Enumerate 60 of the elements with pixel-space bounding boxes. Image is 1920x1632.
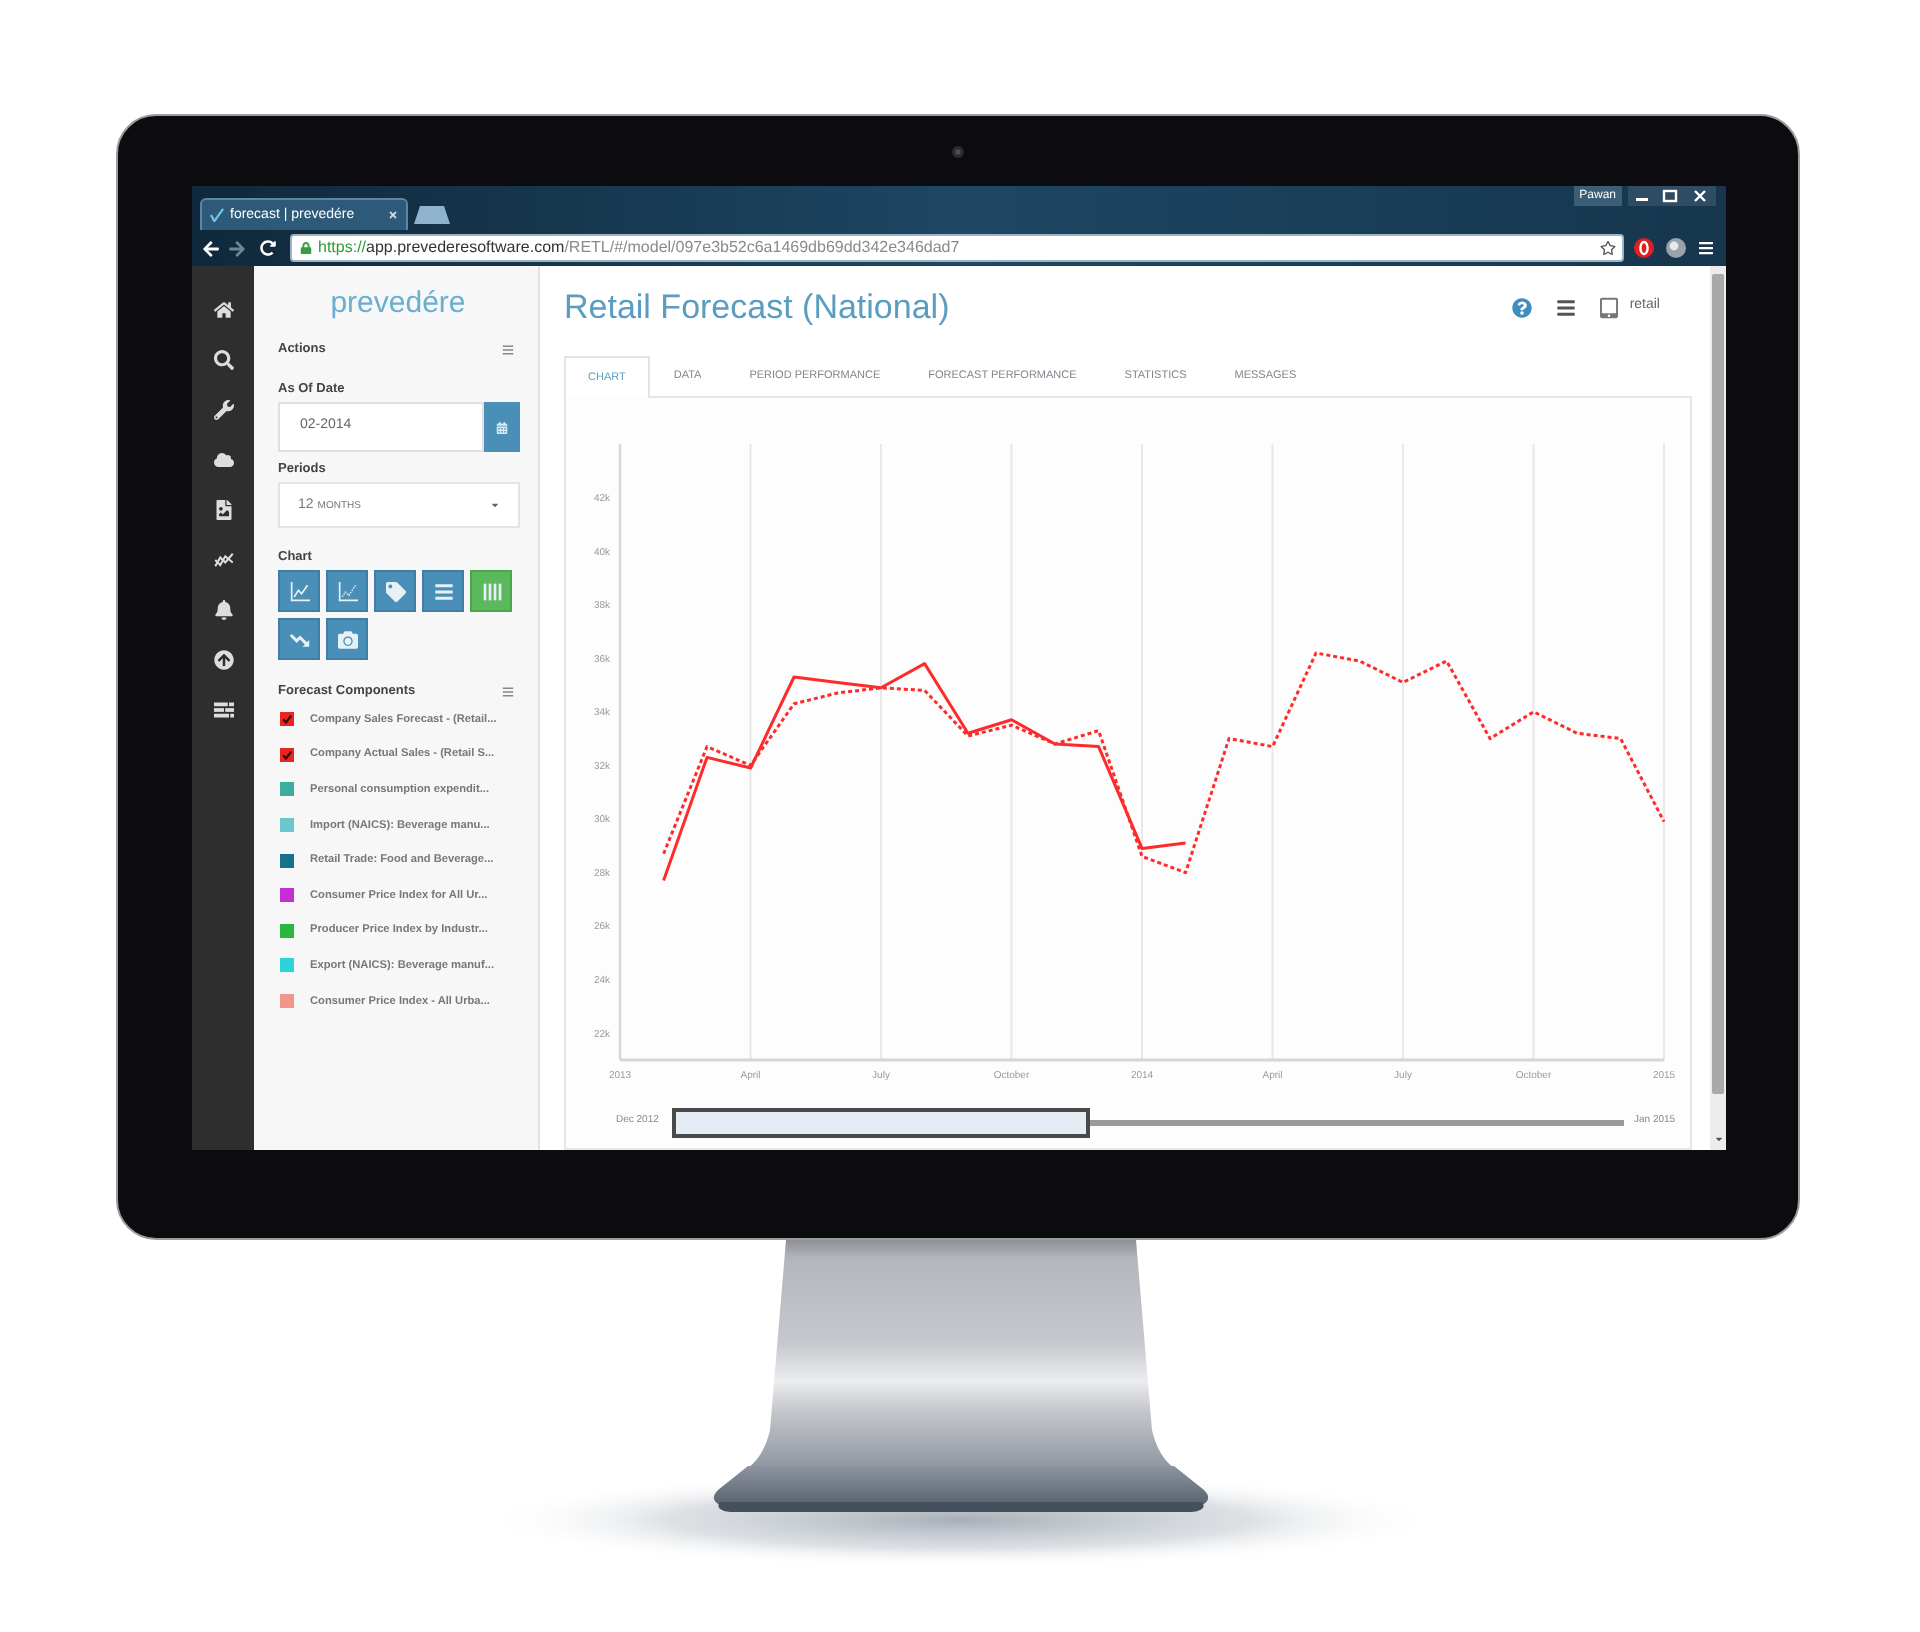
page-title: Retail Forecast (National) <box>564 286 950 330</box>
image-file-icon[interactable] <box>213 500 233 520</box>
new-tab-button[interactable] <box>414 206 450 224</box>
color-checkbox[interactable] <box>280 958 294 973</box>
range-selection[interactable] <box>672 1107 1091 1137</box>
color-checkbox[interactable] <box>280 923 294 938</box>
calendar-button[interactable] <box>484 402 520 452</box>
columns-icon <box>481 581 501 601</box>
disc-icon[interactable] <box>1666 238 1686 258</box>
dotted-line-chart-button[interactable] <box>326 570 368 612</box>
camera-button[interactable] <box>326 618 368 660</box>
minimize-icon[interactable] <box>1628 186 1656 206</box>
line-chart-button[interactable] <box>278 570 320 612</box>
star-icon[interactable] <box>1600 240 1616 256</box>
ring-icon[interactable] <box>1634 238 1654 258</box>
search-icon[interactable] <box>213 350 233 370</box>
range-track[interactable] <box>672 1107 1624 1137</box>
trend-down-button[interactable] <box>278 618 320 660</box>
logo: prevedére <box>330 284 466 324</box>
scrollbar[interactable] <box>1710 266 1726 1150</box>
tablet-icon[interactable] <box>1599 295 1618 319</box>
reload-icon[interactable] <box>260 240 276 256</box>
close-icon[interactable] <box>1684 186 1716 206</box>
bell-icon[interactable] <box>213 600 233 620</box>
color-checkbox[interactable] <box>280 818 294 833</box>
close-icon[interactable] <box>388 210 398 220</box>
color-checkbox[interactable] <box>280 888 294 903</box>
line-chart-icon[interactable] <box>213 550 233 570</box>
dotted-line-chart-icon <box>337 581 357 601</box>
menu-icon[interactable] <box>1698 240 1714 256</box>
back-icon[interactable] <box>202 239 220 257</box>
wrench-icon[interactable] <box>213 400 233 420</box>
help-icon[interactable] <box>1511 297 1532 317</box>
maximize-icon[interactable] <box>1656 186 1684 206</box>
color-checkbox[interactable] <box>280 747 294 762</box>
webcam-icon <box>952 145 964 157</box>
home-icon[interactable] <box>213 300 233 320</box>
tag-button[interactable] <box>374 570 416 612</box>
line-chart-icon <box>289 581 309 601</box>
tag-icon <box>385 581 405 601</box>
color-checkbox[interactable] <box>280 994 294 1009</box>
address-bar[interactable]: https://app.prevederesoftware.com/RETL/#/model/097e3b52c6a1469db69dd342e346dad7 <box>290 234 1624 262</box>
color-checkbox[interactable] <box>280 853 294 868</box>
scrollbar-thumb[interactable] <box>1712 274 1724 1094</box>
upload-icon[interactable] <box>213 650 233 670</box>
check-logo-icon <box>210 208 224 222</box>
color-checkbox[interactable] <box>280 782 294 797</box>
color-checkbox[interactable] <box>280 712 294 727</box>
trend-down-icon <box>289 629 309 649</box>
list-button[interactable] <box>422 570 464 612</box>
camera-icon <box>337 629 357 649</box>
caret-down-icon <box>490 500 500 510</box>
cloud-icon[interactable] <box>213 450 233 470</box>
caret-down-icon[interactable] <box>1713 1134 1723 1144</box>
lock-icon <box>300 242 312 254</box>
menu-icon[interactable] <box>1555 297 1576 317</box>
calendar-icon <box>496 421 508 433</box>
list-icon <box>433 581 453 601</box>
list-icon[interactable] <box>213 700 233 720</box>
columns-button[interactable] <box>470 570 512 612</box>
